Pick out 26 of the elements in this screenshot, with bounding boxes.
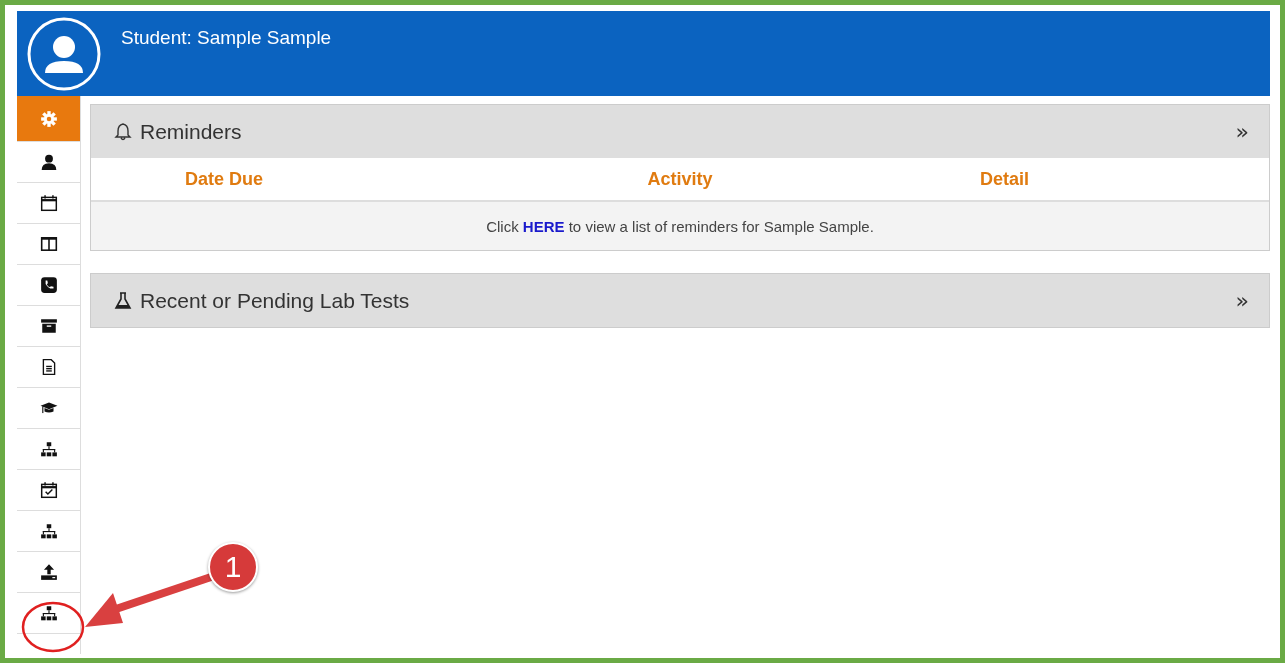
columns-icon <box>39 235 58 253</box>
archive-icon <box>39 317 58 335</box>
highlight-circle <box>21 601 85 653</box>
reminders-message: Click HERE to view a list of reminders for Sample Sample. <box>486 217 874 235</box>
bell-icon <box>113 121 133 142</box>
sitemap-icon <box>39 522 58 540</box>
sitemap-icon <box>39 440 58 458</box>
sitemap-icon <box>39 604 58 622</box>
panel-title: Recent or Pending Lab Tests <box>140 288 410 313</box>
user-icon <box>39 153 58 171</box>
expand-button[interactable]: » <box>1231 288 1253 313</box>
expand-button[interactable]: » <box>1231 119 1253 144</box>
column-header: Activity <box>647 168 713 190</box>
panel-title: Reminders <box>140 119 242 144</box>
gear-icon <box>39 109 58 128</box>
column-header: Date Due <box>185 168 264 190</box>
calendar-check-icon <box>39 481 58 499</box>
flask-icon <box>113 290 133 311</box>
here-link[interactable]: HERE <box>522 217 565 235</box>
avatar-icon <box>27 17 101 91</box>
phone-icon <box>39 276 58 294</box>
upload-icon <box>39 563 58 581</box>
step-badge: 1 <box>208 542 258 592</box>
calendar-icon <box>39 194 58 212</box>
column-header: Detail <box>979 168 1029 190</box>
student-name: Student: Sample Sample <box>121 27 332 49</box>
